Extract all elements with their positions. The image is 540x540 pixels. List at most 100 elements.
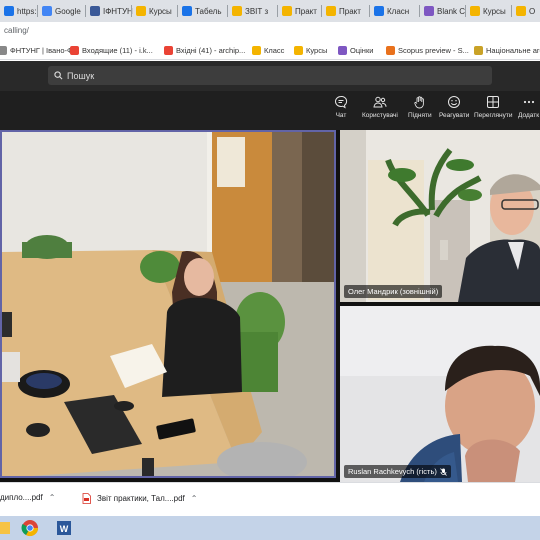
browser-tab[interactable]: Практ	[278, 2, 322, 20]
browser-tab-strip: https: Google ІФНТУН Курсы Табель ЗВІТ з Практ…	[0, 0, 540, 22]
download-item-2-label: Звіт практики, Тал....pdf	[97, 494, 185, 503]
raise-hand-icon	[414, 96, 424, 109]
browser-tab[interactable]: О	[512, 2, 540, 20]
browser-tab-label: Табель	[195, 6, 222, 16]
browser-tab[interactable]: Google	[38, 2, 86, 20]
browser-tab-label: О	[529, 6, 536, 16]
search-icon	[54, 71, 63, 80]
browser-tab-label: Google	[55, 6, 81, 16]
smile-icon	[448, 96, 461, 108]
video-stage: Олег Мандрик (зовнішній) Ruslan Rachkevy…	[0, 130, 540, 482]
video-tile-participant-1[interactable]: Олег Мандрик (зовнішній)	[340, 130, 540, 302]
tab-favicon-icon	[374, 6, 384, 16]
svg-text:W: W	[60, 524, 69, 534]
chevron-up-icon[interactable]: ⌃	[191, 494, 198, 503]
bookmark-label: Входящие (11) - i.k...	[82, 45, 153, 55]
bookmark-item[interactable]: ФНТУНГ | Івано-Ф...	[0, 44, 79, 56]
bookmarks-bar: ФНТУНГ | Івано-Ф... Входящие (11) - i.k..…	[0, 40, 540, 60]
browser-tab[interactable]: Табель	[178, 2, 228, 20]
browser-tab-label: ЗВІТ з	[245, 6, 269, 16]
video-tile-meeting-room[interactable]	[0, 130, 336, 478]
tab-favicon-icon	[42, 6, 52, 16]
browser-tab[interactable]: Курсы	[132, 2, 178, 20]
more-label: Додатк	[518, 112, 540, 119]
view-button[interactable]: Переглянути	[474, 95, 513, 119]
grades-icon	[338, 45, 347, 55]
word-icon[interactable]: W	[50, 518, 78, 538]
tab-favicon-icon	[516, 6, 526, 16]
chrome-icon[interactable]	[16, 518, 44, 538]
windows-taskbar: W	[0, 516, 540, 540]
tab-favicon-icon	[424, 6, 434, 16]
teams-top-bar: Пошук	[0, 61, 540, 91]
pdf-icon	[82, 493, 91, 504]
mic-off-icon	[440, 467, 447, 476]
tab-favicon-icon	[282, 6, 292, 16]
participant-2-video	[340, 306, 540, 482]
bookmark-label: Scopus preview - S...	[398, 45, 469, 55]
browser-tab[interactable]: https:	[0, 2, 38, 20]
agency-icon	[474, 45, 483, 55]
raise-hand-label: Підняти	[408, 112, 432, 119]
people-button[interactable]: Користувачі	[362, 95, 398, 119]
tab-favicon-icon	[326, 6, 336, 16]
tab-favicon-icon	[90, 6, 100, 16]
chat-label: Чат	[335, 112, 347, 119]
browser-tab-label: Курсы	[149, 6, 172, 16]
browser-tab[interactable]: Практ	[322, 2, 370, 20]
video-tile-participant-2[interactable]: Ruslan Rachkevych (гість)	[340, 306, 540, 482]
browser-tab-label: Практ	[295, 6, 317, 16]
download-shelf: дипло....pdf ⌃ Звіт практики, Тал....pdf…	[0, 482, 540, 516]
chevron-up-icon[interactable]: ⌃	[49, 493, 56, 502]
browser-tab-label: ІФНТУН	[103, 6, 133, 16]
bookmark-label: Оцінки	[350, 45, 374, 55]
more-button[interactable]: Додатк	[518, 95, 539, 119]
raise-hand-button[interactable]: Підняти	[408, 95, 432, 119]
browser-tab-label: Курсы	[483, 6, 506, 16]
view-icon	[487, 96, 500, 108]
bookmark-label: Класс	[264, 45, 285, 55]
tab-favicon-icon	[232, 6, 242, 16]
tab-favicon-icon	[470, 6, 480, 16]
search-placeholder: Пошук	[67, 70, 95, 81]
bookmark-item[interactable]: Національне аге	[474, 44, 540, 56]
browser-tab[interactable]: Blank C	[420, 2, 466, 20]
tab-favicon-icon	[136, 6, 146, 16]
chat-icon	[335, 95, 348, 109]
scopus-icon	[386, 45, 395, 55]
meeting-controls-bar: Чат Користувачі Підняти Реагувати Перегл…	[0, 91, 540, 130]
bookmark-item[interactable]: Курсы	[294, 44, 327, 56]
browser-tab[interactable]: ІФНТУН	[86, 2, 133, 20]
browser-tab[interactable]: ЗВІТ з	[228, 2, 278, 20]
more-icon	[523, 100, 534, 104]
bookmark-label: Вхідні (41) - archip...	[176, 45, 246, 55]
tab-favicon-icon	[4, 6, 14, 16]
address-bar[interactable]: calling/	[0, 22, 540, 40]
browser-tab-label: Класн	[387, 6, 410, 16]
bookmark-item[interactable]: Вхідні (41) - archip...	[164, 44, 245, 56]
bookmark-item[interactable]: Оцінки	[338, 44, 373, 56]
search-input[interactable]: Пошук	[48, 66, 492, 85]
meeting-room-video	[2, 132, 334, 476]
participant-2-name-text: Ruslan Rachkevych (гість)	[348, 467, 437, 476]
bookmark-label: Курсы	[306, 45, 328, 55]
bookmark-item[interactable]: Входящие (11) - i.k...	[70, 44, 153, 56]
download-item-1[interactable]: дипло....pdf ⌃	[0, 493, 55, 502]
bookmark-item[interactable]: Scopus preview - S...	[386, 44, 469, 56]
download-item-1-label: дипло....pdf	[0, 493, 43, 502]
participant-1-name: Олег Мандрик (зовнішній)	[344, 285, 443, 298]
participant-1-video	[340, 130, 540, 302]
chat-button[interactable]: Чат	[334, 95, 348, 119]
react-button[interactable]: Реагувати	[439, 95, 469, 119]
site-icon	[0, 45, 7, 55]
browser-tab[interactable]: Курсы	[466, 2, 512, 20]
download-item-2[interactable]: Звіт практики, Тал....pdf ⌃	[82, 493, 197, 504]
tab-favicon-icon	[182, 6, 192, 16]
browser-tab-label: https:	[17, 6, 37, 16]
people-label: Користувачі	[362, 112, 398, 119]
address-url: calling/	[4, 26, 29, 35]
classroom-icon	[294, 45, 303, 55]
gmail-icon	[164, 45, 173, 55]
browser-tab[interactable]: Класн	[370, 2, 420, 20]
bookmark-item[interactable]: Класс	[252, 44, 284, 56]
